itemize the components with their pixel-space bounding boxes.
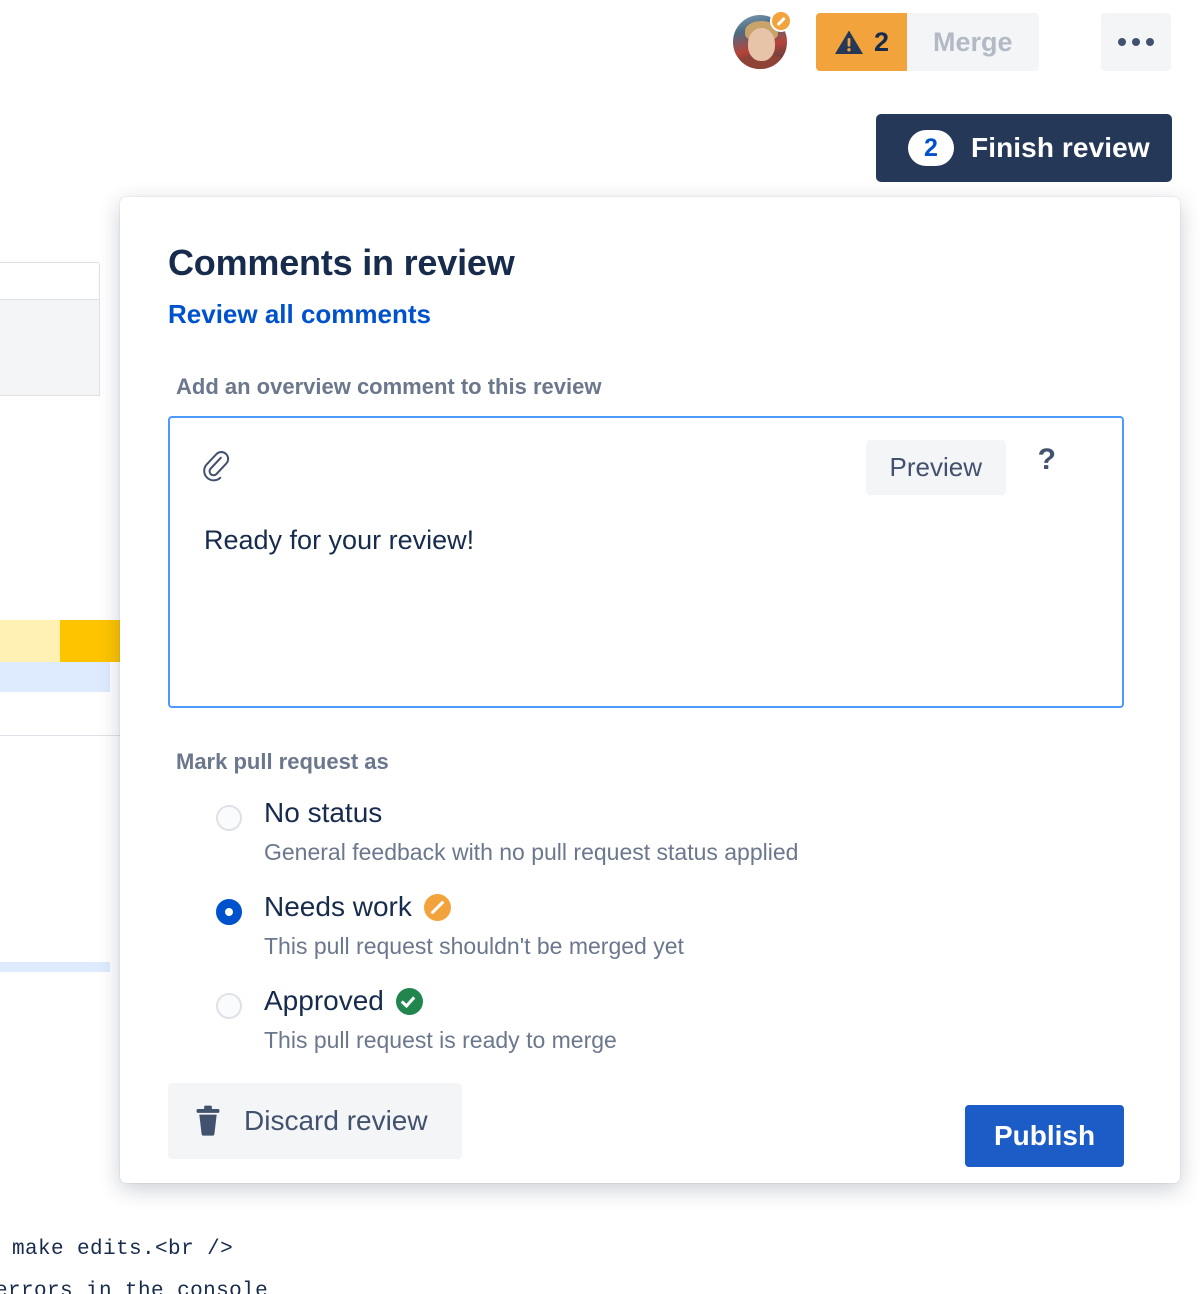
radio-option-main: Approved xyxy=(264,985,423,1017)
overview-comment-label: Add an overview comment to this review xyxy=(176,374,602,399)
needs-work-icon xyxy=(423,893,451,921)
finish-review-count-badge: 2 xyxy=(908,130,954,166)
radio-option-description: General feedback with no pull request st… xyxy=(264,839,799,865)
markdown-help-button[interactable]: ? xyxy=(1032,442,1062,478)
radio-option-description: This pull request shouldn't be merged ye… xyxy=(264,933,684,959)
preview-button[interactable]: Preview xyxy=(865,440,1006,495)
overview-comment-editor[interactable]: Preview ? Ready for your review! xyxy=(168,416,1124,708)
background-code-box-header xyxy=(0,262,100,300)
finish-review-label: Finish review xyxy=(971,132,1150,163)
ellipsis-dot-icon xyxy=(1146,38,1154,46)
trash-icon xyxy=(196,1105,220,1136)
warning-count-button[interactable]: 2 xyxy=(816,13,908,71)
overview-comment-input[interactable]: Ready for your review! xyxy=(204,523,1102,673)
ellipsis-dot-icon xyxy=(1118,38,1126,46)
radio-option-label: Approved xyxy=(264,985,384,1016)
background-text-line: ill reload if you make edits.<br /> xyxy=(12,1238,234,1261)
radio-option-label: Needs work xyxy=(264,891,412,922)
review-all-comments-link[interactable]: Review all comments xyxy=(168,299,431,330)
publish-button[interactable]: Publish xyxy=(965,1105,1124,1167)
pull-request-action-bar: 2 Merge 2 Finish review xyxy=(0,0,1200,182)
finish-review-button[interactable]: 2 Finish review xyxy=(876,114,1172,182)
comments-in-review-dialog: Comments in review Review all comments A… xyxy=(120,197,1180,1183)
radio-circle-icon[interactable] xyxy=(216,805,242,831)
needs-work-badge-icon xyxy=(770,10,792,32)
background-code-box-body xyxy=(0,300,100,396)
discard-review-label: Discard review xyxy=(244,1105,428,1136)
background-highlight-yellow-strong xyxy=(60,620,122,662)
merge-button[interactable]: Merge xyxy=(907,13,1039,71)
radio-option-main: Needs work xyxy=(264,891,451,923)
radio-option-label: No status xyxy=(264,797,383,828)
reviewer-avatar-wrapper[interactable] xyxy=(731,10,792,71)
radio-circle-icon[interactable] xyxy=(216,993,242,1019)
approved-check-icon xyxy=(395,987,423,1015)
ellipsis-dot-icon xyxy=(1132,38,1140,46)
background-divider xyxy=(0,735,120,736)
warning-count-label: 2 xyxy=(874,26,890,57)
mark-pull-request-as-label: Mark pull request as xyxy=(176,749,389,774)
radio-option-main: No status xyxy=(264,797,382,829)
background-text-line: lso see any lint errors in the console xyxy=(0,1280,269,1294)
page-title: Comments in review xyxy=(168,242,515,283)
merge-button-group: 2 Merge xyxy=(816,13,1039,71)
more-actions-button[interactable] xyxy=(1101,13,1171,71)
background-selected-row xyxy=(0,962,110,972)
paperclip-icon[interactable] xyxy=(202,451,230,488)
avatar-face xyxy=(748,28,775,61)
discard-review-button[interactable]: Discard review xyxy=(168,1083,462,1159)
radio-circle-icon[interactable] xyxy=(216,899,242,925)
background-highlight-blue xyxy=(0,662,110,692)
radio-option-description: This pull request is ready to merge xyxy=(264,1027,617,1053)
warning-triangle-icon xyxy=(835,30,863,54)
